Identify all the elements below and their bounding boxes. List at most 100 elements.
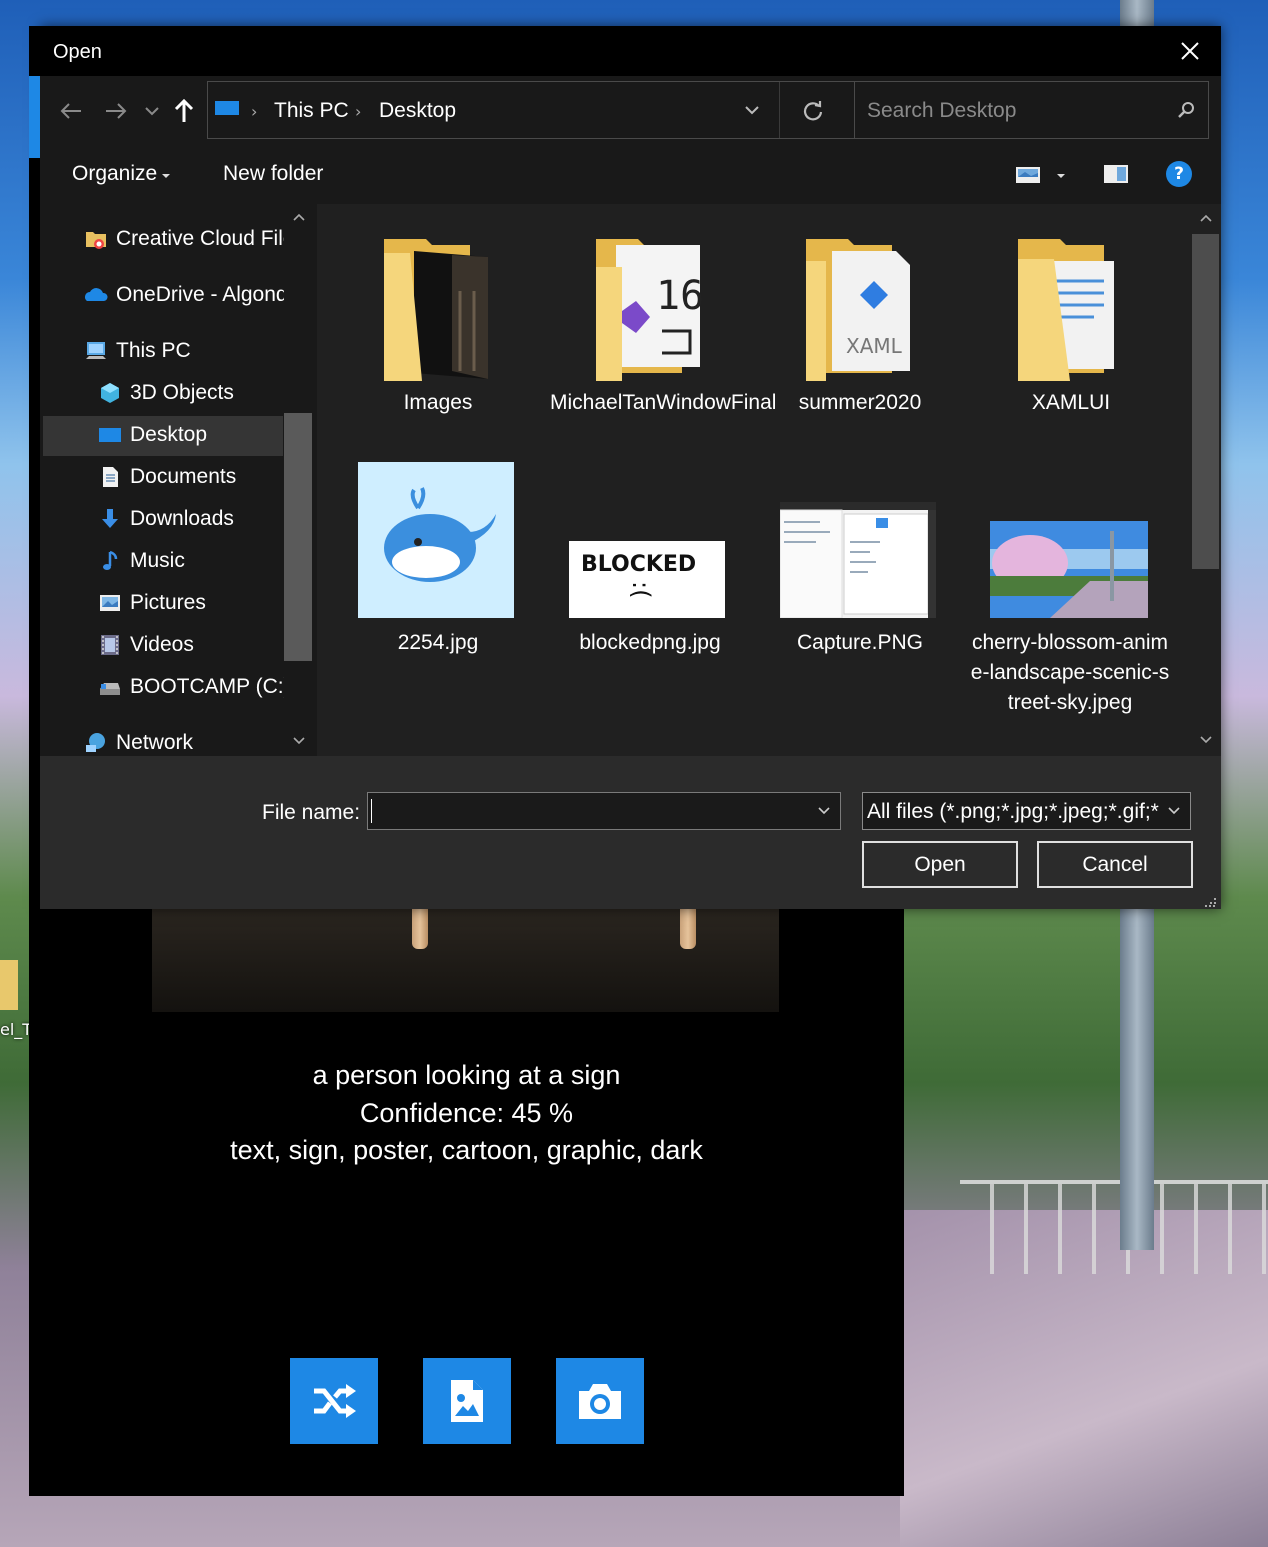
search-icon (1178, 102, 1194, 118)
computer-icon (86, 342, 106, 359)
scroll-up-icon[interactable] (1200, 214, 1212, 222)
file-type-value: All files (*.png;*.jpg;*.jpeg;*.gif;* (867, 800, 1159, 823)
svg-text:16: 16 (656, 273, 704, 319)
command-bar: Organize New folder ? (40, 146, 1221, 204)
nav-item-this-pc[interactable]: This PC (84, 331, 284, 371)
tags-text: text, sign, poster, cartoon, graphic, da… (230, 1135, 703, 1165)
nav-item-onedrive[interactable]: OneDrive - Algonquin (84, 275, 284, 315)
nav-label: This PC (116, 339, 191, 362)
caret-down-icon (162, 174, 170, 178)
file-name[interactable]: summer2020 (760, 388, 960, 418)
onedrive-cloud-icon (85, 288, 108, 301)
file-name[interactable]: XAMLUI (971, 388, 1171, 418)
cube-icon (101, 383, 119, 403)
nav-item-downloads[interactable]: Downloads (98, 499, 284, 539)
cancel-button[interactable]: Cancel (1037, 841, 1193, 888)
up-button[interactable] (169, 96, 199, 126)
nav-item-videos[interactable]: Videos (98, 625, 284, 665)
file-type-select[interactable]: All files (*.png;*.jpg;*.jpeg;*.gif;* (862, 792, 1191, 830)
download-arrow-icon (102, 509, 118, 528)
nav-item-pictures[interactable]: Pictures (98, 583, 284, 623)
blocked-text: BLOCKED (581, 552, 696, 577)
arrow-left-icon (60, 103, 81, 119)
open-image-button[interactable] (423, 1358, 511, 1444)
nav-label: 3D Objects (130, 381, 234, 404)
nav-item-desktop[interactable]: Desktop (98, 415, 284, 455)
nav-label: Videos (130, 633, 194, 656)
divider (779, 82, 780, 138)
open-button[interactable]: Open (862, 841, 1018, 888)
search-input[interactable]: Search Desktop (854, 81, 1209, 139)
whale-thumbnail[interactable] (358, 462, 514, 618)
shuffle-icon (314, 1384, 356, 1418)
refresh-icon[interactable] (802, 99, 824, 121)
camera-button[interactable] (556, 1358, 644, 1444)
chevron-down-icon[interactable] (818, 807, 830, 815)
recent-locations-button[interactable] (137, 96, 167, 126)
blocked-thumbnail[interactable]: BLOCKED :( (569, 541, 725, 618)
scroll-down-icon[interactable] (293, 737, 305, 745)
file-list-scrollbar[interactable] (1192, 234, 1219, 569)
file-name[interactable]: Images (338, 388, 538, 418)
scroll-up-icon[interactable] (293, 213, 305, 221)
address-bar[interactable]: › This PC › Desktop (207, 81, 882, 139)
forward-button[interactable] (101, 96, 131, 126)
change-view-icon[interactable] (1015, 165, 1041, 185)
close-icon[interactable] (1177, 38, 1203, 64)
desktop-icon-label: el_T (0, 1020, 33, 1039)
file-name[interactable]: Capture.PNG (760, 628, 960, 658)
nav-label: Music (130, 549, 185, 572)
nav-label: Pictures (130, 591, 206, 614)
desktop-folder-icon[interactable] (0, 960, 18, 1010)
capture-thumbnail[interactable] (780, 502, 936, 618)
breadcrumb-separator-icon: › (355, 102, 362, 121)
resize-grip-icon[interactable] (1203, 894, 1217, 908)
nav-item-music[interactable]: Music (98, 541, 284, 581)
chevron-down-icon[interactable] (744, 104, 760, 116)
nav-label: OneDrive - Algonquin (116, 283, 284, 306)
folder-icon[interactable] (380, 231, 496, 383)
breadcrumb-this-pc[interactable]: This PC (274, 99, 349, 123)
organize-button[interactable]: Organize (72, 162, 157, 186)
shuffle-button[interactable] (290, 1358, 378, 1444)
search-placeholder: Search Desktop (867, 99, 1017, 122)
confidence-text: Confidence: 45 % (359, 1098, 574, 1128)
preview-pane-icon[interactable] (1103, 164, 1129, 184)
arrow-right-icon (106, 103, 127, 119)
scroll-down-icon[interactable] (1200, 736, 1212, 744)
nav-item-creative-cloud[interactable]: Creative Cloud Files (84, 219, 284, 259)
open-file-dialog: Open › This PC › Desktop Search Desktop … (29, 26, 1221, 909)
pictures-icon (100, 595, 120, 611)
document-icon (103, 467, 118, 487)
file-name[interactable]: blockedpng.jpg (550, 628, 750, 658)
new-folder-button[interactable]: New folder (223, 162, 323, 186)
help-icon[interactable]: ? (1166, 161, 1192, 187)
nav-label: Documents (130, 465, 237, 488)
nav-label: Desktop (130, 423, 208, 446)
file-name[interactable]: cherry-blossom-anime-landscape-scenic-st… (970, 628, 1170, 718)
breadcrumb-desktop[interactable]: Desktop (379, 99, 456, 123)
file-name-input[interactable] (367, 792, 841, 830)
file-name[interactable]: 2254.jpg (338, 628, 538, 658)
cherry-blossom-thumbnail[interactable] (990, 521, 1148, 618)
camera-icon (579, 1384, 621, 1419)
breadcrumb-separator-icon: › (251, 102, 258, 121)
drive-icon (100, 683, 120, 695)
desktop-icon (99, 428, 121, 442)
nav-scrollbar[interactable] (284, 413, 312, 661)
folder-icon[interactable]: 16 (592, 231, 708, 383)
nav-item-documents[interactable]: Documents (98, 457, 284, 497)
nav-item-3d-objects[interactable]: 3D Objects (98, 373, 284, 413)
file-name-label: File name: (262, 801, 361, 824)
dialog-titlebar: Open (40, 26, 1221, 76)
file-name[interactable]: MichaelTanWindowFinal (550, 388, 776, 418)
creative-cloud-icon (86, 232, 106, 249)
sad-face: :( (627, 581, 655, 598)
caret-down-icon[interactable] (1056, 173, 1066, 179)
folder-icon[interactable]: XAML (802, 231, 918, 383)
folder-icon[interactable] (1014, 231, 1130, 383)
back-button[interactable] (56, 96, 86, 126)
svg-text:XAML: XAML (846, 334, 903, 358)
desktop-icon (215, 101, 239, 115)
nav-item-bootcamp[interactable]: BOOTCAMP (C:) (98, 667, 284, 707)
